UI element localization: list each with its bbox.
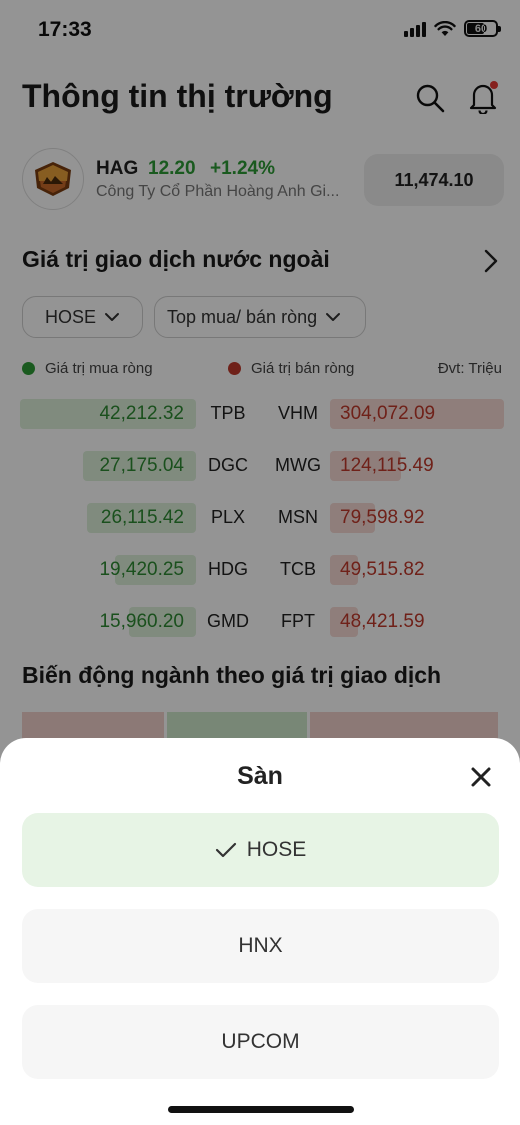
checkmark-icon xyxy=(215,842,236,858)
close-icon[interactable] xyxy=(466,762,496,792)
sheet-title: Sàn xyxy=(237,762,283,790)
exchange-option-hose[interactable]: HOSE xyxy=(22,813,499,887)
screen: 17:33 60 Thông tin thị trường HAG 12.20 … xyxy=(0,0,520,1125)
home-indicator xyxy=(168,1106,354,1113)
exchange-option-upcom[interactable]: UPCOM xyxy=(22,1005,499,1079)
exchange-option-label: HOSE xyxy=(246,838,307,861)
exchange-bottom-sheet: Sàn HOSE HNX UPCOM xyxy=(0,738,520,1125)
exchange-option-label: HNX xyxy=(238,934,283,957)
exchange-option-label: UPCOM xyxy=(221,1030,300,1053)
exchange-option-hnx[interactable]: HNX xyxy=(22,909,499,983)
